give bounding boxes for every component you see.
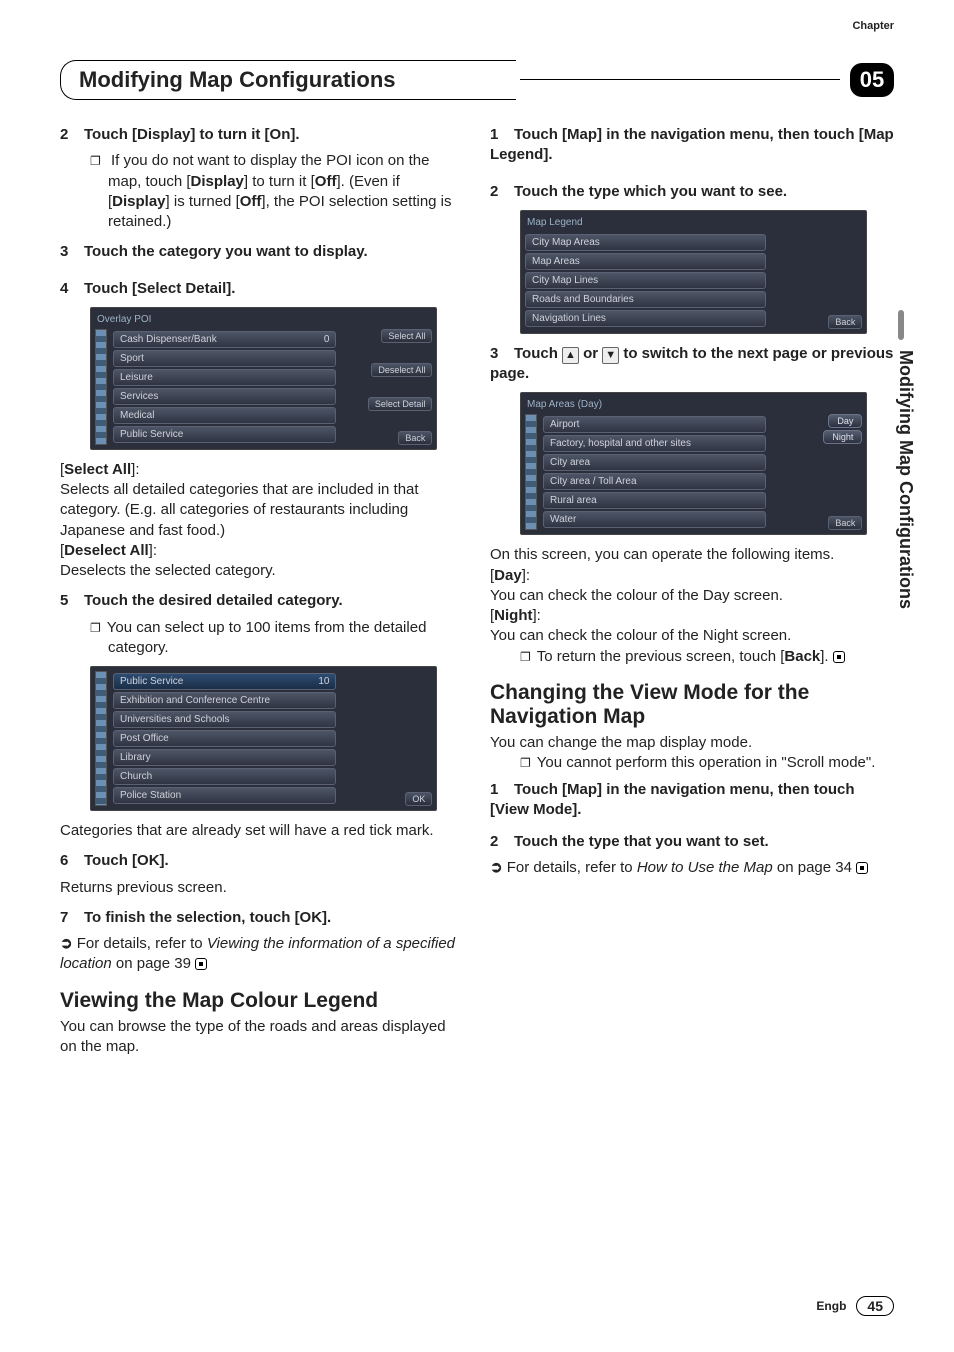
step-2-note: If you do not want to display the POI ic… xyxy=(90,151,464,232)
return-note: To return the previous screen, touch [Ba… xyxy=(520,647,894,667)
title-band: Modifying Map Configurations 05 xyxy=(60,60,894,100)
rr-step-2: 2Touch the type that you want to set. xyxy=(490,832,894,852)
right-column: 1Touch [Map] in the navigation menu, the… xyxy=(490,125,894,1057)
deselect-all-def: [Deselect All]: xyxy=(60,541,464,561)
down-arrow-icon: ▼ xyxy=(602,347,619,364)
select-all-button[interactable]: Select All xyxy=(381,329,432,343)
day-button[interactable]: Day xyxy=(828,414,862,428)
r-step-2: 2Touch the type which you want to see. xyxy=(490,182,894,202)
chapter-number-badge: 05 xyxy=(850,63,894,97)
end-square-icon xyxy=(856,862,868,874)
fig2-caption: Categories that are already set will hav… xyxy=(60,821,464,841)
scroll-stripe-icon xyxy=(95,329,107,445)
select-all-def: [Select All]: xyxy=(60,460,464,480)
section-heading-view-mode: Changing the View Mode for the Navigatio… xyxy=(490,681,894,729)
step-4: 4Touch [Select Detail]. xyxy=(60,279,464,299)
footer-lang: Engb xyxy=(816,1299,846,1313)
side-tab xyxy=(898,310,904,340)
step-3: 3Touch the category you want to display. xyxy=(60,242,464,262)
deselect-all-button[interactable]: Deselect All xyxy=(371,363,432,377)
step-7: 7To finish the selection, touch [OK]. xyxy=(60,908,464,928)
r-step-3: 3Touch ▲ or ▼ to switch to the next page… xyxy=(490,344,894,385)
figure-map-areas-day: Map Areas (Day) Airport Factory, hospita… xyxy=(520,392,867,535)
step-6: 6Touch [OK]. xyxy=(60,851,464,871)
step-5-note: You can select up to 100 items from the … xyxy=(90,618,464,659)
select-detail-button[interactable]: Select Detail xyxy=(368,397,433,411)
day-def: [Day]: xyxy=(490,566,894,586)
up-arrow-icon: ▲ xyxy=(562,347,579,364)
footer-page-number: 45 xyxy=(856,1296,894,1316)
left-column: 2Touch [Display] to turn it [On]. If you… xyxy=(60,125,464,1057)
figure-overlay-poi: Overlay POI Cash Dispenser/Bank0 Sport L… xyxy=(90,307,437,450)
section-heading-colour-legend: Viewing the Map Colour Legend xyxy=(60,989,464,1013)
side-section-label: Modifying Map Configurations xyxy=(895,350,916,609)
back-button[interactable]: Back xyxy=(828,315,862,329)
scroll-stripe-icon xyxy=(95,671,107,806)
end-square-icon xyxy=(833,651,845,663)
rr-step-1: 1Touch [Map] in the navigation menu, the… xyxy=(490,780,894,821)
figure-map-legend: Map Legend City Map Areas Map Areas City… xyxy=(520,210,867,334)
view-mode-note: You cannot perform this operation in "Sc… xyxy=(520,753,894,773)
step-5: 5Touch the desired detailed category. xyxy=(60,591,464,611)
night-button[interactable]: Night xyxy=(823,430,862,444)
scroll-stripe-icon xyxy=(525,414,537,530)
page-footer: Engb 45 xyxy=(816,1296,894,1316)
rr-step-2-crossref: For details, refer to How to Use the Map… xyxy=(490,858,894,878)
step-2: 2Touch [Display] to turn it [On]. xyxy=(60,125,464,145)
night-def: [Night]: xyxy=(490,606,894,626)
chapter-label: Chapter xyxy=(852,20,894,32)
back-button[interactable]: Back xyxy=(828,516,862,530)
end-square-icon xyxy=(195,958,207,970)
page-title: Modifying Map Configurations xyxy=(60,60,516,100)
figure-public-service: Public Service10 Exhibition and Conferen… xyxy=(90,666,437,811)
back-button[interactable]: Back xyxy=(398,431,432,445)
step-7-crossref: For details, refer to Viewing the inform… xyxy=(60,934,464,975)
r-step-1: 1Touch [Map] in the navigation menu, the… xyxy=(490,125,894,166)
ok-button[interactable]: OK xyxy=(405,792,432,806)
